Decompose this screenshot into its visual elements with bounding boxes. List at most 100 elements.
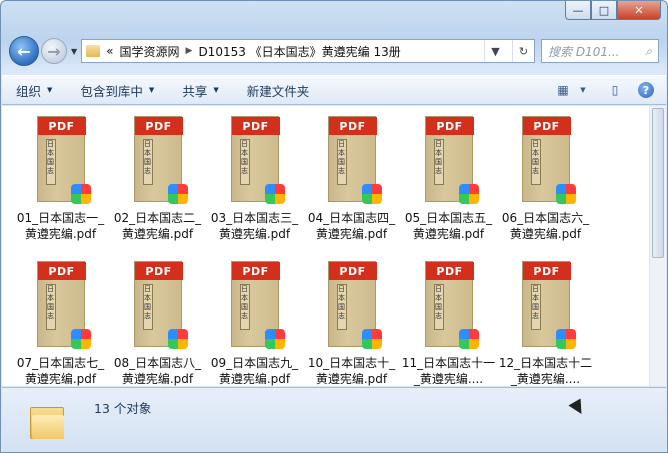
pdf-thumbnail: PDF 日本国志: [230, 261, 285, 349]
minimize-button[interactable]: —: [565, 1, 591, 20]
cover-title: 日本国志: [530, 139, 541, 185]
pdf-label: PDF: [134, 117, 183, 135]
pdf-thumbnail: PDF 日本国志: [327, 261, 382, 349]
chevron-down-icon: ▼: [213, 86, 219, 94]
cover-title: 日本国志: [239, 284, 250, 330]
change-view-icon[interactable]: ▦: [554, 82, 572, 98]
file-name: 12_日本国志十二_黄遵宪编....: [498, 356, 593, 386]
pdf-reader-icon: [167, 329, 188, 349]
pdf-reader-icon: [70, 329, 91, 349]
pdf-thumbnail: PDF 日本国志: [521, 261, 576, 349]
cover-title: 日本国志: [142, 284, 153, 330]
pdf-label: PDF: [522, 117, 571, 135]
file-name: 10_日本国志十_黄遵宪编.pdf: [307, 356, 396, 386]
pdf-thumbnail: PDF 日本国志: [133, 116, 188, 204]
scrollbar-thumb[interactable]: [652, 108, 664, 258]
organize-menu[interactable]: 组织 ▼: [16, 81, 52, 100]
pdf-reader-icon: [458, 184, 479, 204]
file-name: 08_日本国志八_黄遵宪编.pdf: [113, 356, 202, 386]
back-button[interactable]: ←: [9, 36, 39, 66]
close-button[interactable]: ✕: [617, 1, 661, 20]
address-dropdown-button[interactable]: ▼: [484, 40, 506, 62]
file-name: 06_日本国志六_黄遵宪编.pdf: [501, 211, 590, 241]
vertical-scrollbar[interactable]: [649, 106, 666, 386]
file-name: 01_日本国志一_黄遵宪编.pdf: [16, 211, 105, 241]
pdf-label: PDF: [134, 262, 183, 280]
cover-title: 日本国志: [142, 139, 153, 185]
file-item[interactable]: PDF 日本国志 04_日本国志四_黄遵宪编.pdf: [303, 112, 400, 247]
command-bar: 组织 ▼ 包含到库中 ▼ 共享 ▼ 新建文件夹 ▦ ▼ ▯ ?: [2, 75, 666, 105]
file-item[interactable]: PDF 日本国志 03_日本国志三_黄遵宪编.pdf: [206, 112, 303, 247]
explorer-window: — □ ✕ ← → ▼ « 国学资源网 ▶ D10153 《日本国志》黄遵宪编 …: [0, 0, 668, 453]
file-name: 02_日本国志二_黄遵宪编.pdf: [113, 211, 202, 241]
cover-title: 日本国志: [336, 139, 347, 185]
refresh-button[interactable]: ↻: [512, 40, 534, 62]
pdf-thumbnail: PDF 日本国志: [424, 116, 479, 204]
cover-title: 日本国志: [239, 139, 250, 185]
navigation-bar: ← → ▼ « 国学资源网 ▶ D10153 《日本国志》黄遵宪编 13册 ▼ …: [9, 34, 659, 68]
include-in-library-menu[interactable]: 包含到库中 ▼: [80, 81, 154, 100]
file-item[interactable]: PDF 日本国志 08_日本国志八_黄遵宪编.pdf: [109, 257, 206, 386]
file-name: 11_日本国志十一_黄遵宪编....: [401, 356, 496, 386]
file-grid: PDF 日本国志 01_日本国志一_黄遵宪编.pdf PDF 日本国志 02_日本国志二_…: [12, 112, 594, 386]
file-item[interactable]: PDF 日本国志 11_日本国志十一_黄遵宪编....: [400, 257, 497, 386]
file-item[interactable]: PDF 日本国志 12_日本国志十二_黄遵宪编....: [497, 257, 594, 386]
pdf-reader-icon: [264, 184, 285, 204]
pdf-label: PDF: [231, 262, 280, 280]
search-icon[interactable]: ⌕: [645, 44, 652, 59]
breadcrumb-item-site[interactable]: 国学资源网: [120, 43, 180, 60]
breadcrumb-overflow[interactable]: «: [106, 44, 113, 58]
address-bar[interactable]: « 国学资源网 ▶ D10153 《日本国志》黄遵宪编 13册 ▼ ↻: [81, 39, 535, 63]
pdf-reader-icon: [70, 184, 91, 204]
maximize-button[interactable]: □: [591, 1, 617, 20]
cover-title: 日本国志: [336, 284, 347, 330]
new-folder-label: 新建文件夹: [246, 83, 310, 99]
file-item[interactable]: PDF 日本国志 05_日本国志五_黄遵宪编.pdf: [400, 112, 497, 247]
chevron-down-icon: ▼: [148, 86, 155, 94]
preview-pane-icon[interactable]: ▯: [606, 82, 624, 98]
help-icon[interactable]: ?: [638, 82, 654, 98]
toolbar-right-group: ▦ ▼ ▯ ?: [554, 82, 654, 98]
new-folder-button[interactable]: 新建文件夹: [247, 81, 310, 100]
pdf-thumbnail: PDF 日本国志: [327, 116, 382, 204]
pdf-reader-icon: [167, 184, 188, 204]
file-item[interactable]: PDF 日本国志 09_日本国志九_黄遵宪编.pdf: [206, 257, 303, 386]
forward-button[interactable]: →: [41, 38, 67, 64]
file-item[interactable]: PDF 日本国志 10_日本国志十_黄遵宪编.pdf: [303, 257, 400, 386]
pdf-thumbnail: PDF 日本国志: [521, 116, 576, 204]
details-pane: 13 个对象: [2, 387, 666, 452]
cover-title: 日本国志: [45, 284, 56, 330]
file-view: PDF 日本国志 01_日本国志一_黄遵宪编.pdf PDF 日本国志 02_日本国志二_…: [2, 106, 666, 386]
cover-title: 日本国志: [530, 284, 541, 330]
pdf-label: PDF: [425, 262, 474, 280]
file-item[interactable]: PDF 日本国志 06_日本国志六_黄遵宪编.pdf: [497, 112, 594, 247]
breadcrumb-item-folder[interactable]: D10153 《日本国志》黄遵宪编 13册: [198, 43, 400, 60]
organize-label: 组织: [16, 83, 42, 99]
file-item[interactable]: PDF 日本国志 01_日本国志一_黄遵宪编.pdf: [12, 112, 109, 247]
pdf-label: PDF: [37, 117, 86, 135]
pdf-label: PDF: [522, 262, 571, 280]
include-label: 包含到库中: [80, 83, 143, 99]
cover-title: 日本国志: [45, 139, 56, 185]
pdf-label: PDF: [425, 117, 474, 135]
share-label: 共享: [182, 83, 208, 99]
file-item[interactable]: PDF 日本国志 07_日本国志七_黄遵宪编.pdf: [12, 257, 109, 386]
file-name: 05_日本国志五_黄遵宪编.pdf: [404, 211, 493, 241]
breadcrumb-separator-icon[interactable]: ▶: [186, 46, 193, 56]
pdf-label: PDF: [328, 117, 377, 135]
back-arrow-icon: ←: [17, 41, 31, 61]
pdf-thumbnail: PDF 日本国志: [230, 116, 285, 204]
pdf-label: PDF: [328, 262, 377, 280]
folder-icon: [30, 403, 64, 439]
recent-pages-dropdown[interactable]: ▼: [71, 47, 77, 56]
view-options-dropdown[interactable]: ▼: [574, 82, 592, 98]
pdf-thumbnail: PDF 日本国志: [424, 261, 479, 349]
folder-icon: [86, 45, 101, 57]
pdf-reader-icon: [555, 329, 576, 349]
pdf-label: PDF: [37, 262, 86, 280]
cover-title: 日本国志: [433, 284, 444, 330]
file-name: 07_日本国志七_黄遵宪编.pdf: [16, 356, 105, 386]
file-item[interactable]: PDF 日本国志 02_日本国志二_黄遵宪编.pdf: [109, 112, 206, 247]
share-menu[interactable]: 共享 ▼: [182, 81, 218, 100]
search-input[interactable]: 搜索 D101... ⌕: [541, 39, 659, 63]
